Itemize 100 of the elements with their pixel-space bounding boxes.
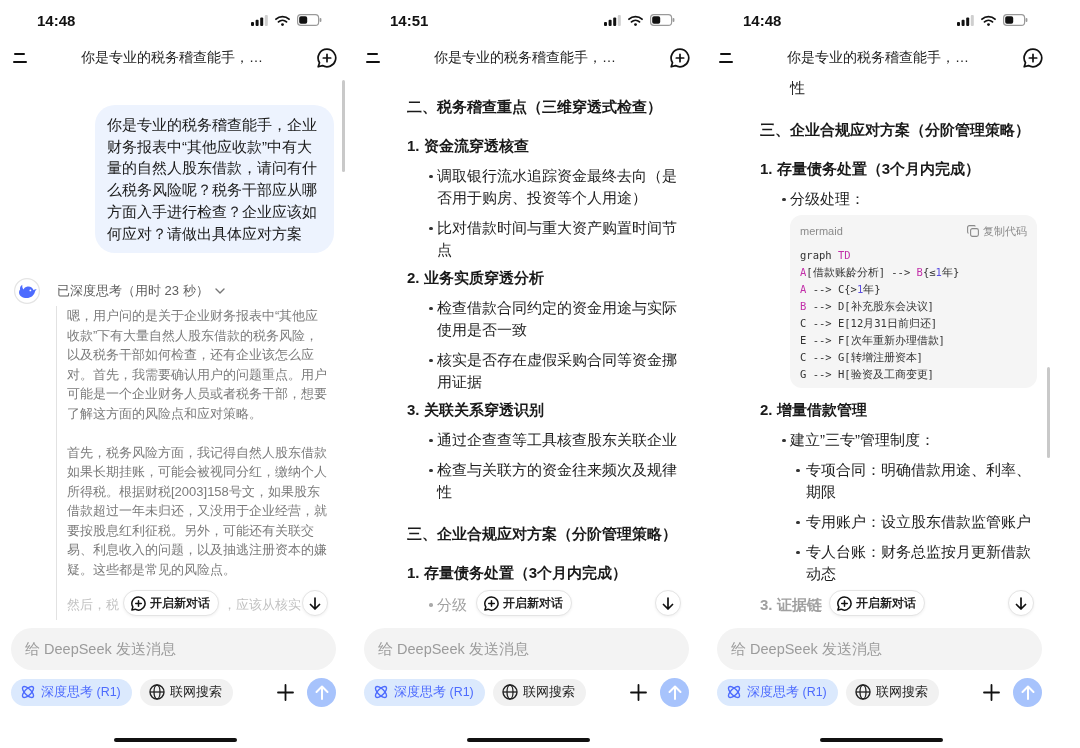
thinking-text-fragment: ，应该从核实 xyxy=(223,596,301,614)
attach-button[interactable] xyxy=(983,683,1000,701)
chat-title: 你是专业的税务稽查能手，… xyxy=(786,49,970,67)
bullet-text: 调取银行流水追踪资金最终去向（是否用于购房、投资等个人用途） xyxy=(437,166,678,208)
arrow-up-icon xyxy=(314,684,329,700)
scroll-down-button[interactable] xyxy=(655,590,681,616)
new-chat-icon xyxy=(1023,48,1043,68)
scroll-down-button[interactable] xyxy=(302,590,328,616)
section-heading: 三、企业合规应对方案（分阶管理策略） xyxy=(407,524,678,544)
new-chat-icon xyxy=(317,48,337,68)
plus-icon xyxy=(630,683,647,701)
menu-icon xyxy=(719,53,733,63)
bullet-dot-icon xyxy=(429,603,433,607)
bullet-text: 专人台账：财务总监按月更新借款动态 xyxy=(806,542,1032,584)
message-input[interactable]: 给 DeepSeek 发送消息 xyxy=(717,628,1042,670)
chat-plus-icon xyxy=(837,595,852,611)
start-new-chat-button[interactable]: 开启新对话 xyxy=(123,590,219,616)
wifi-icon xyxy=(275,14,290,26)
code-line: B --> D[补充股东会决议] xyxy=(800,299,935,314)
bullet-text: 建立”三专”管理制度： xyxy=(790,430,936,450)
bullet-text: 核实是否存在虚假采购合同等资金挪用证据 xyxy=(437,350,678,392)
arrow-down-icon xyxy=(1015,596,1027,610)
chat-plus-icon xyxy=(131,595,146,611)
message-input[interactable]: 给 DeepSeek 发送消息 xyxy=(364,628,689,670)
arrow-up-icon xyxy=(667,684,682,700)
bullet-dot-icon xyxy=(782,438,786,442)
mode-toggle[interactable]: 深度思考 (R1) xyxy=(364,678,485,706)
status-time: 14:48 xyxy=(743,11,782,29)
thinking-text-fragment: 然后，税 xyxy=(67,596,119,614)
bullet-dot-icon xyxy=(429,226,433,230)
battery-icon xyxy=(650,14,675,26)
new-chat-button[interactable] xyxy=(317,48,337,68)
bullet-dot-icon xyxy=(429,468,433,472)
mode-toggle[interactable]: 深度思考 (R1) xyxy=(717,678,838,706)
signal-icon xyxy=(251,14,268,26)
numbered-heading: 3. 关联关系穿透识别 xyxy=(407,400,545,420)
globe-icon xyxy=(148,684,165,700)
user-message-bubble: 你是专业的税务稽查能手，企业财务报表中“其他应收款”中有大量的自然人股东借款，请问有什么税务风险呢？税务干部应从哪方面入手进行检查？企业应该如何应对？请做出具体应对方案 xyxy=(95,105,334,254)
numbered-heading: 2. 业务实质穿透分析 xyxy=(407,268,545,288)
numbered-heading: 1. 资金流穿透核查 xyxy=(407,136,530,156)
start-new-chat-button[interactable]: 开启新对话 xyxy=(829,590,925,616)
scroll-down-button[interactable] xyxy=(1008,590,1034,616)
menu-button[interactable] xyxy=(719,53,733,63)
message-input[interactable]: 给 DeepSeek 发送消息 xyxy=(11,628,336,670)
atom-icon xyxy=(20,684,36,700)
chat-plus-icon xyxy=(484,595,499,611)
attach-button[interactable] xyxy=(277,683,294,701)
code-language-label: mermaid xyxy=(800,225,843,237)
plus-icon xyxy=(277,683,294,701)
code-line: C --> E[12月31日前归还] xyxy=(800,316,939,331)
bullet-text: 性 xyxy=(790,78,806,98)
bullet-dot-icon xyxy=(796,520,800,524)
arrow-down-icon xyxy=(309,596,321,610)
thinking-paragraph: 首先，税务风险方面，我记得自然人股东借款如果长期挂账，可能会被视同分红，缴纳个人所得税。根据财税[2003]158号文，如果股东借款超过一年未归还，又没用于企业经营，就要按股息红利征税。另外，可能还有关联交易、利息收入的问题，以及抽逃注册资本的嫌疑。这些都是常见的风险点。 xyxy=(67,443,327,579)
wifi-icon xyxy=(628,14,643,26)
arrow-up-icon xyxy=(1020,684,1035,700)
battery-icon xyxy=(297,14,322,26)
mode-toggle[interactable]: 联网搜索 xyxy=(139,678,233,706)
code-line: A[借款账龄分析] --> B{≤1年} xyxy=(800,265,961,280)
bullet-text: 比对借款时间与重大资产购置时间节点 xyxy=(437,218,678,260)
menu-button[interactable] xyxy=(13,53,27,63)
wifi-icon xyxy=(981,14,996,26)
bullet-text: 专项合同：明确借款用途、利率、期限 xyxy=(806,460,1032,502)
plus-icon xyxy=(983,683,1000,701)
atom-icon xyxy=(726,684,742,700)
mode-toggle[interactable]: 深度思考 (R1) xyxy=(11,678,132,706)
chat-title: 你是专业的税务稽查能手，… xyxy=(433,49,617,67)
bullet-text: 分级处理： xyxy=(790,189,866,209)
new-chat-button[interactable] xyxy=(670,48,690,68)
code-line: G --> H[验资及工商变更] xyxy=(800,367,935,382)
mode-toggle[interactable]: 联网搜索 xyxy=(492,678,586,706)
code-line: graph TD xyxy=(800,248,852,263)
thinking-status-toggle[interactable]: 已深度思考（用时 23 秒） xyxy=(57,282,225,301)
signal-icon xyxy=(957,14,974,26)
section-heading: 二、税务稽查重点（三维穿透式检查） xyxy=(407,97,663,117)
signal-icon xyxy=(604,14,621,26)
arrow-down-icon xyxy=(662,596,674,610)
battery-icon xyxy=(1003,14,1028,26)
menu-button[interactable] xyxy=(366,53,380,63)
attach-button[interactable] xyxy=(630,683,647,701)
mode-toggle[interactable]: 联网搜索 xyxy=(845,678,939,706)
chevron-down-icon xyxy=(214,288,225,295)
start-new-chat-button[interactable]: 开启新对话 xyxy=(476,590,572,616)
bullet-text: 专用账户：设立股东借款监管账户 xyxy=(806,512,1032,532)
globe-icon xyxy=(501,684,518,700)
new-chat-icon xyxy=(670,48,690,68)
status-time: 14:51 xyxy=(390,11,429,29)
numbered-heading: 2. 增量借款管理 xyxy=(760,400,868,420)
bullet-dot-icon xyxy=(429,306,433,310)
new-chat-button[interactable] xyxy=(1023,48,1043,68)
section-heading: 三、企业合规应对方案（分阶管理策略） xyxy=(760,120,1031,140)
menu-icon xyxy=(366,53,380,63)
menu-icon xyxy=(13,53,27,63)
bullet-text: 检查借款合同约定的资金用途与实际使用是否一致 xyxy=(437,298,678,340)
status-time: 14:48 xyxy=(37,11,76,29)
bullet-dot-icon xyxy=(429,358,433,362)
bullet-dot-icon xyxy=(796,550,800,554)
globe-icon xyxy=(854,684,871,700)
numbered-heading: 1. 存量债务处置（3个月内完成） xyxy=(760,159,982,179)
numbered-heading: 1. 存量债务处置（3个月内完成） xyxy=(407,563,629,583)
